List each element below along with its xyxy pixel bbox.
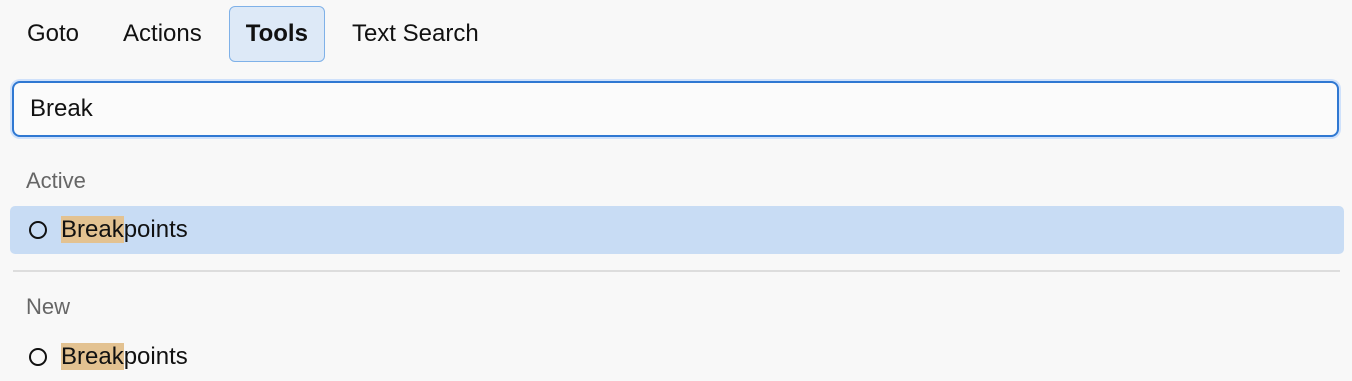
item-label: Breakpoints <box>61 343 188 371</box>
tab-bar: Goto Actions Tools Text Search <box>10 6 496 62</box>
item-label-rest: points <box>123 343 188 370</box>
search-field <box>12 81 1339 137</box>
circle-outline-icon <box>29 221 47 239</box>
item-label-rest: points <box>123 216 188 243</box>
section-label-active: Active <box>26 168 86 193</box>
circle-outline-icon <box>29 348 47 366</box>
section-divider <box>13 270 1340 272</box>
item-label: Breakpoints <box>61 216 188 244</box>
match-highlight: Break <box>61 216 124 243</box>
search-input[interactable] <box>14 83 1337 135</box>
tab-tools[interactable]: Tools <box>228 6 325 62</box>
tab-actions[interactable]: Actions <box>106 6 219 62</box>
tab-goto[interactable]: Goto <box>10 6 96 62</box>
section-label-new: New <box>26 294 71 319</box>
list-item-breakpoints-active[interactable]: Breakpoints <box>10 206 1344 254</box>
tab-text-search[interactable]: Text Search <box>335 6 496 62</box>
match-highlight: Break <box>61 343 124 370</box>
list-item-breakpoints-new[interactable]: Breakpoints <box>10 333 1344 381</box>
